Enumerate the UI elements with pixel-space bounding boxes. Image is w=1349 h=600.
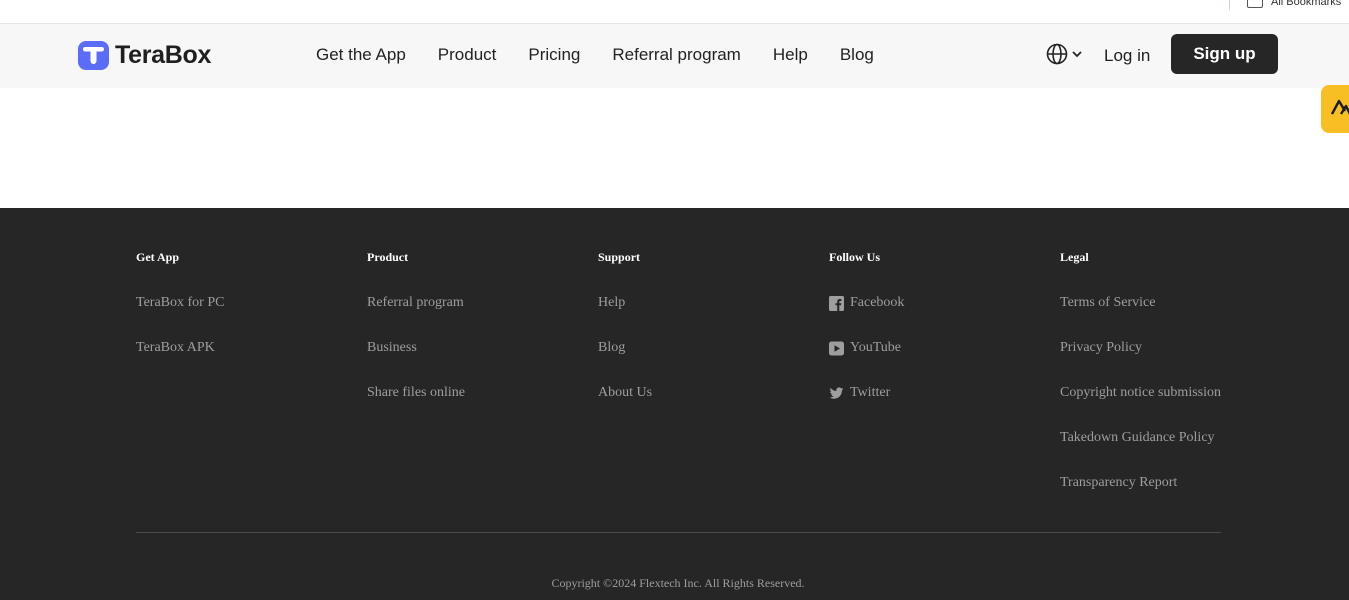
bookmarks-bar: All Bookmarks bbox=[0, 0, 1349, 24]
nav-product[interactable]: Product bbox=[438, 44, 497, 66]
footer-column-get-app: Get App TeraBox for PC TeraBox APK bbox=[136, 250, 356, 385]
twitter-icon bbox=[829, 386, 844, 399]
terabox-logo-icon bbox=[78, 40, 109, 70]
footer-column-support: Support Help Blog About Us bbox=[598, 250, 818, 430]
footer-link-blog[interactable]: Blog bbox=[598, 340, 818, 356]
footer-link-youtube[interactable]: YouTube bbox=[829, 340, 1049, 356]
nav-get-the-app[interactable]: Get the App bbox=[316, 44, 406, 66]
nav-help[interactable]: Help bbox=[773, 44, 808, 66]
logo-text: TeraBox bbox=[115, 40, 212, 69]
site-header: TeraBox Get the App Product Pricing Refe… bbox=[0, 24, 1349, 88]
footer-divider bbox=[136, 532, 1221, 533]
footer-column-product: Product Referral program Business Share … bbox=[367, 250, 587, 430]
twitter-label: Twitter bbox=[850, 385, 891, 400]
youtube-label: YouTube bbox=[850, 340, 901, 355]
copyright-text: Copyright ©2024 Flextech Inc. All Rights… bbox=[551, 576, 805, 590]
footer-link-twitter[interactable]: Twitter bbox=[829, 385, 1049, 401]
footer-link-terabox-for-pc[interactable]: TeraBox for PC bbox=[136, 295, 356, 311]
footer-column-legal: Legal Terms of Service Privacy Policy Co… bbox=[1060, 250, 1280, 520]
globe-icon bbox=[1046, 43, 1068, 65]
widget-logo-icon bbox=[1331, 99, 1349, 115]
signup-button[interactable]: Sign up bbox=[1171, 34, 1278, 74]
footer-column-title: Product bbox=[367, 250, 409, 264]
facebook-label: Facebook bbox=[850, 295, 905, 310]
footer-link-terms-of-service[interactable]: Terms of Service bbox=[1060, 295, 1280, 311]
login-link[interactable]: Log in bbox=[1104, 45, 1150, 67]
footer-link-transparency-report[interactable]: Transparency Report bbox=[1060, 475, 1280, 491]
footer-link-copyright-notice[interactable]: Copyright notice submission bbox=[1060, 385, 1280, 401]
bookmarks-folder-icon[interactable] bbox=[1247, 0, 1263, 8]
nav-blog[interactable]: Blog bbox=[840, 44, 874, 66]
footer-link-share-files-online[interactable]: Share files online bbox=[367, 385, 587, 401]
footer-link-business[interactable]: Business bbox=[367, 340, 587, 356]
floating-side-widget[interactable] bbox=[1321, 85, 1349, 133]
language-selector[interactable] bbox=[1046, 43, 1082, 65]
footer-link-terabox-apk[interactable]: TeraBox APK bbox=[136, 340, 356, 356]
footer-link-help[interactable]: Help bbox=[598, 295, 818, 311]
footer-link-takedown-guidance[interactable]: Takedown Guidance Policy bbox=[1060, 430, 1280, 446]
nav-pricing[interactable]: Pricing bbox=[528, 44, 580, 66]
footer-column-title: Legal bbox=[1060, 250, 1089, 264]
footer-link-about-us[interactable]: About Us bbox=[598, 385, 818, 401]
facebook-icon bbox=[829, 295, 844, 311]
terabox-logo[interactable]: TeraBox bbox=[78, 40, 211, 70]
footer-column-title: Get App bbox=[136, 250, 180, 264]
footer-column-title: Follow Us bbox=[829, 250, 880, 264]
footer-column-follow-us: Follow Us Facebook YouTube Twitter bbox=[829, 250, 1049, 430]
footer-column-title: Support bbox=[598, 250, 641, 264]
youtube-icon bbox=[829, 341, 844, 355]
footer-link-referral-program[interactable]: Referral program bbox=[367, 295, 587, 311]
footer-link-privacy-policy[interactable]: Privacy Policy bbox=[1060, 340, 1280, 356]
main-nav: Get the App Product Pricing Referral pro… bbox=[316, 44, 906, 66]
bookmarks-divider bbox=[1229, 0, 1230, 10]
all-bookmarks-link[interactable]: All Bookmarks bbox=[1271, 0, 1341, 8]
site-footer: Get App TeraBox for PC TeraBox APK Produ… bbox=[0, 208, 1349, 600]
chevron-down-icon bbox=[1072, 51, 1082, 58]
footer-link-facebook[interactable]: Facebook bbox=[829, 295, 1049, 311]
nav-referral-program[interactable]: Referral program bbox=[612, 44, 741, 66]
